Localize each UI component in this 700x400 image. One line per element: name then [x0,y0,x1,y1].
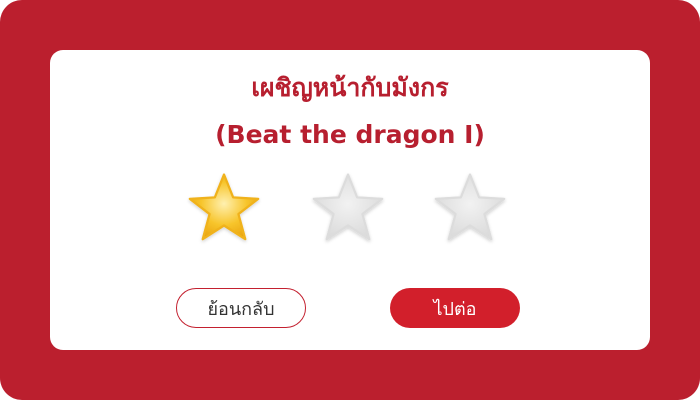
back-button[interactable]: ย้อนกลับ [176,288,306,328]
next-button-label: ไปต่อ [433,298,477,320]
result-card: เผชิญหน้ากับมังกร (Beat the dragon I) ย้… [50,50,650,350]
star-rating [50,170,650,250]
next-button[interactable]: ไปต่อ [390,288,520,328]
back-button-label: ย้อนกลับ [207,298,275,320]
level-subtitle: (Beat the dragon I) [215,120,485,149]
star-icon-1 [186,170,262,246]
star-icon-3 [432,170,508,246]
level-title: เผชิญหน้ากับมังกร [251,73,449,102]
dialog-frame: เผชิญหน้ากับมังกร (Beat the dragon I) ย้… [0,0,700,400]
star-icon-2 [310,170,386,246]
